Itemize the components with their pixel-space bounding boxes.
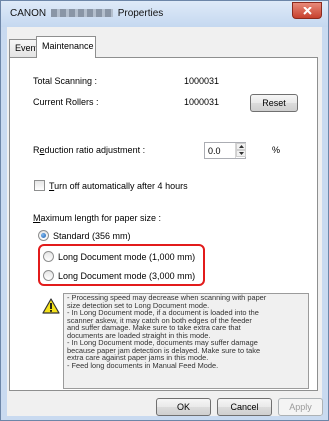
- redacted-model-name: [50, 9, 113, 18]
- note-line: - Feed long documents in Manual Feed Mod…: [67, 360, 219, 370]
- window-title: CANON Properties: [10, 8, 163, 19]
- long-document-notes: - Processing speed may decrease when sca…: [63, 293, 309, 389]
- title-prefix: CANON: [10, 8, 47, 19]
- reduction-ratio-value[interactable]: 0.0: [208, 146, 221, 156]
- spin-down-button[interactable]: [236, 150, 246, 157]
- paper-size-label: Maximum length for paper size :: [33, 213, 161, 223]
- auto-off-label-rest: urn off automatically after 4 hours: [54, 181, 188, 191]
- apply-button[interactable]: Apply: [278, 398, 323, 416]
- tab-maintenance[interactable]: Maintenance: [36, 36, 96, 58]
- maintenance-panel: Total Scanning : 1000031 Current Rollers…: [9, 57, 318, 391]
- reset-button[interactable]: Reset: [250, 94, 298, 112]
- ok-button[interactable]: OK: [156, 398, 211, 416]
- arrow-up-icon: [239, 145, 244, 148]
- auto-off-checkbox[interactable]: [34, 180, 45, 191]
- total-scanning-label: Total Scanning :: [33, 76, 98, 86]
- dialog-client-area: Events Maintenance Total Scanning : 1000…: [7, 27, 323, 416]
- total-scanning-value: 1000031: [184, 76, 220, 86]
- paper-size-mnemonic: M: [33, 213, 41, 223]
- reduction-label-rest: duction ratio adjustment :: [44, 145, 146, 155]
- reduction-ratio-spinner[interactable]: 0.0: [204, 142, 246, 159]
- percent-unit: %: [272, 145, 281, 155]
- radio-standard[interactable]: [38, 230, 49, 241]
- tab-events[interactable]: Events: [9, 39, 43, 57]
- paper-size-label-rest: aximum length for paper size :: [40, 213, 162, 223]
- radio-long-3000[interactable]: [43, 270, 54, 281]
- cancel-button[interactable]: Cancel: [217, 398, 272, 416]
- close-button[interactable]: [292, 2, 322, 19]
- spin-up-button[interactable]: [236, 143, 246, 150]
- close-x-icon: [303, 7, 312, 15]
- radio-long-1000-label[interactable]: Long Document mode (1,000 mm): [58, 252, 195, 262]
- reduction-ratio-label: Reduction ratio adjustment :: [33, 145, 145, 155]
- radio-standard-label[interactable]: Standard (356 mm): [53, 231, 131, 241]
- spinner-buttons: [235, 143, 246, 158]
- current-rollers-value: 1000031: [184, 97, 220, 107]
- current-rollers-label: Current Rollers :: [33, 97, 99, 107]
- title-suffix: Properties: [117, 8, 164, 19]
- radio-long-1000[interactable]: [43, 251, 54, 262]
- arrow-down-icon: [239, 152, 244, 155]
- auto-off-label[interactable]: Turn off automatically after 4 hours: [49, 181, 188, 191]
- properties-window: CANON Properties Events Maintenance Tota…: [0, 0, 329, 421]
- radio-long-3000-label[interactable]: Long Document mode (3,000 mm): [58, 271, 195, 281]
- warning-icon: [42, 298, 60, 314]
- title-bar[interactable]: CANON Properties: [1, 1, 328, 27]
